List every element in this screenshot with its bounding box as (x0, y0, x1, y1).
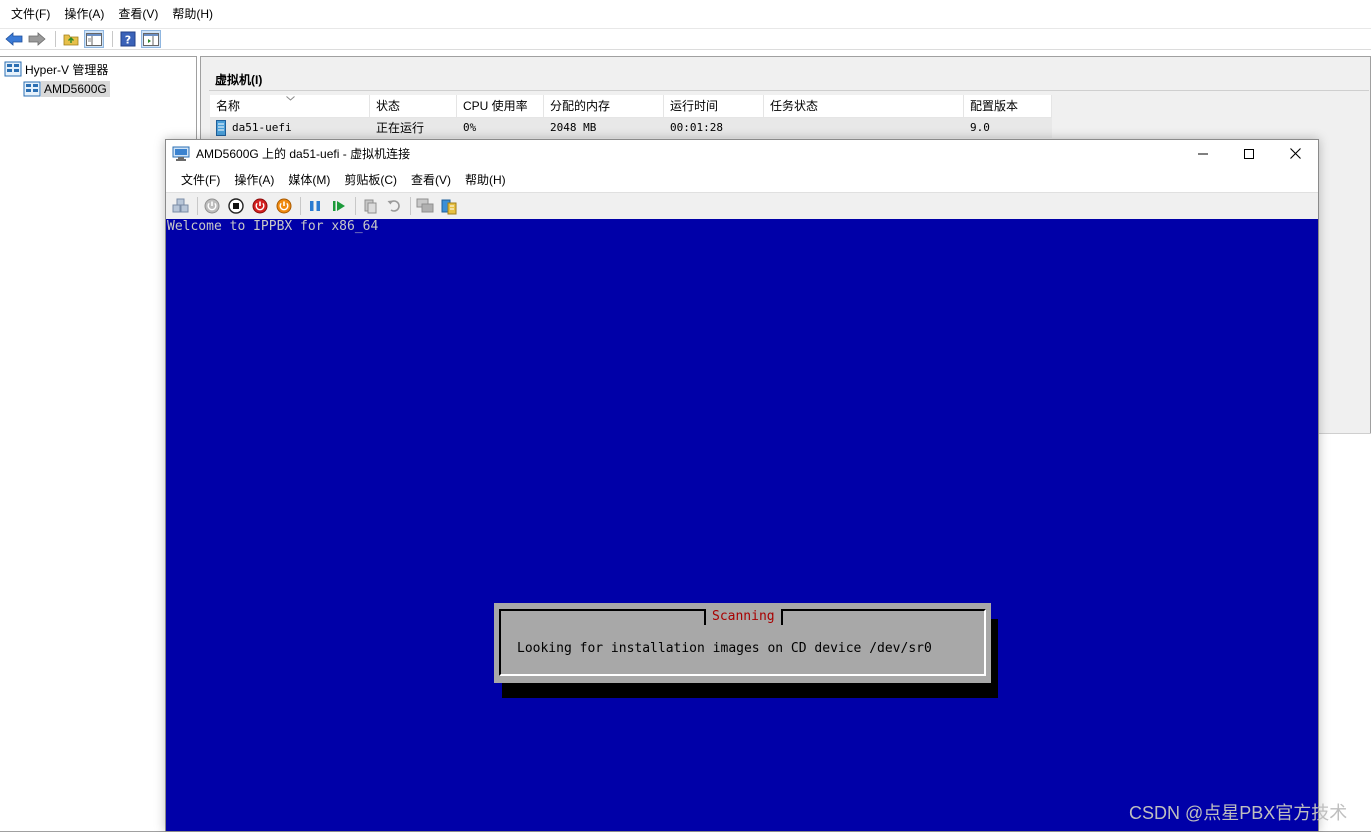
col-header-cpu[interactable]: CPU 使用率 (457, 95, 544, 117)
menu-view[interactable]: 查看(V) (111, 0, 165, 28)
save-state-icon[interactable] (273, 195, 295, 217)
vm-memory: 2048 MB (550, 121, 597, 134)
vm-menu-file[interactable]: 文件(F) (174, 171, 227, 188)
vm-task (764, 118, 964, 138)
close-icon (1289, 148, 1301, 159)
vm-connection-window: AMD5600G 上的 da51-uefi - 虚拟机连接 文件(F) 操作(A… (165, 139, 1319, 832)
minimize-button[interactable] (1180, 140, 1226, 167)
vm-name: da51-uefi (232, 121, 292, 134)
col-header-memory[interactable]: 分配的内存 (544, 95, 664, 117)
col-header-state[interactable]: 状态 (370, 95, 457, 117)
console-welcome-text: Welcome to IPPBX for x86_64 (167, 219, 379, 234)
col-header-uptime[interactable]: 运行时间 (664, 95, 764, 117)
vm-connect-icon (172, 146, 190, 161)
vm-menu-action[interactable]: 操作(A) (227, 171, 281, 188)
revert-icon[interactable] (383, 195, 405, 217)
vm-state: 正在运行 (376, 121, 425, 135)
tree-item-hyperv-manager[interactable]: Hyper-V 管理器 (4, 59, 111, 79)
maximize-button[interactable] (1226, 140, 1272, 167)
pause-icon[interactable] (304, 195, 326, 217)
vm-icon (216, 120, 226, 136)
col-header-task[interactable]: 任务状态 (764, 95, 964, 117)
dialog-frame: Scanning Looking for installation images… (499, 609, 986, 676)
toolbar-separator (410, 197, 411, 215)
vm-window-title: AMD5600G 上的 da51-uefi - 虚拟机连接 (196, 147, 411, 161)
checkpoint-icon[interactable] (359, 195, 381, 217)
vm-toolbar (166, 192, 1318, 219)
shutdown-icon[interactable] (249, 195, 271, 217)
col-header-version[interactable]: 配置版本 (964, 95, 1052, 117)
vm-table: 名称 状态 CPU 使用率 分配的内存 运行时间 任务状态 配置版本 da51-… (210, 95, 1052, 138)
vm-table-header: 名称 状态 CPU 使用率 分配的内存 运行时间 任务状态 配置版本 (210, 95, 1052, 118)
vm-cpu: 0% (463, 121, 477, 134)
tree-item-server[interactable]: AMD5600G (23, 79, 110, 99)
turn-off-icon[interactable] (225, 195, 247, 217)
vm-version: 9.0 (970, 121, 990, 134)
vm-menu-media[interactable]: 媒体(M) (281, 171, 337, 188)
menu-file[interactable]: 文件(F) (4, 0, 57, 28)
close-button[interactable] (1272, 140, 1318, 167)
server-icon (23, 81, 41, 97)
vm-menu-view[interactable]: 查看(V) (404, 171, 458, 188)
sort-chevron-icon (286, 96, 295, 101)
enhanced-session-icon[interactable] (414, 195, 436, 217)
main-menubar: 文件(F) 操作(A) 查看(V) 帮助(H) (0, 0, 1371, 28)
minimize-icon (1198, 153, 1208, 154)
dialog-title: Scanning (704, 609, 783, 625)
toolbar-separator (355, 197, 356, 215)
toolbar-separator (197, 197, 198, 215)
details-pane (1313, 433, 1371, 831)
show-hide-action-pane-icon[interactable] (141, 30, 161, 48)
up-folder-icon[interactable] (61, 30, 81, 48)
maximize-icon (1244, 148, 1254, 159)
vm-menubar: 文件(F) 操作(A) 媒体(M) 剪贴板(C) 查看(V) 帮助(H) (166, 167, 1318, 192)
menu-action[interactable]: 操作(A) (57, 0, 111, 28)
back-arrow-icon[interactable] (4, 30, 24, 48)
vm-console-screen[interactable]: Welcome to IPPBX for x86_64 Scanning Loo… (166, 219, 1318, 831)
watermark: CSDN @点星PBX官方技术 (1129, 803, 1348, 823)
resume-icon[interactable] (328, 195, 350, 217)
dialog-message: Looking for installation images on CD de… (517, 641, 932, 656)
help-icon[interactable]: ? (118, 30, 138, 48)
share-icon[interactable] (438, 195, 460, 217)
vm-titlebar[interactable]: AMD5600G 上的 da51-uefi - 虚拟机连接 (166, 140, 1318, 167)
vm-menu-help[interactable]: 帮助(H) (458, 171, 513, 188)
ctrl-alt-del-icon[interactable] (170, 195, 192, 217)
hyperv-manager-icon (4, 61, 22, 77)
col-header-name[interactable]: 名称 (210, 95, 370, 117)
scanning-dialog: Scanning Looking for installation images… (494, 603, 991, 683)
tree-label-hyperv-manager: Hyper-V 管理器 (25, 62, 109, 77)
tree-label-server: AMD5600G (41, 81, 110, 97)
toolbar-separator (55, 31, 56, 47)
svg-text:?: ? (125, 34, 131, 47)
vm-uptime: 00:01:28 (670, 121, 723, 134)
vm-menu-clipboard[interactable]: 剪贴板(C) (337, 171, 404, 188)
table-row[interactable]: da51-uefi 正在运行 0% 2048 MB 00:01:28 9.0 (210, 118, 1052, 138)
toolbar-separator (300, 197, 301, 215)
forward-arrow-icon[interactable] (27, 30, 47, 48)
start-icon[interactable] (201, 195, 223, 217)
show-hide-tree-icon[interactable] (84, 30, 104, 48)
toolbar-separator (112, 31, 113, 47)
menu-help[interactable]: 帮助(H) (165, 0, 220, 28)
main-toolbar: ? (0, 28, 1371, 50)
col-label-name: 名称 (216, 99, 241, 113)
vm-section-header: 虚拟机(I) (209, 65, 1369, 91)
